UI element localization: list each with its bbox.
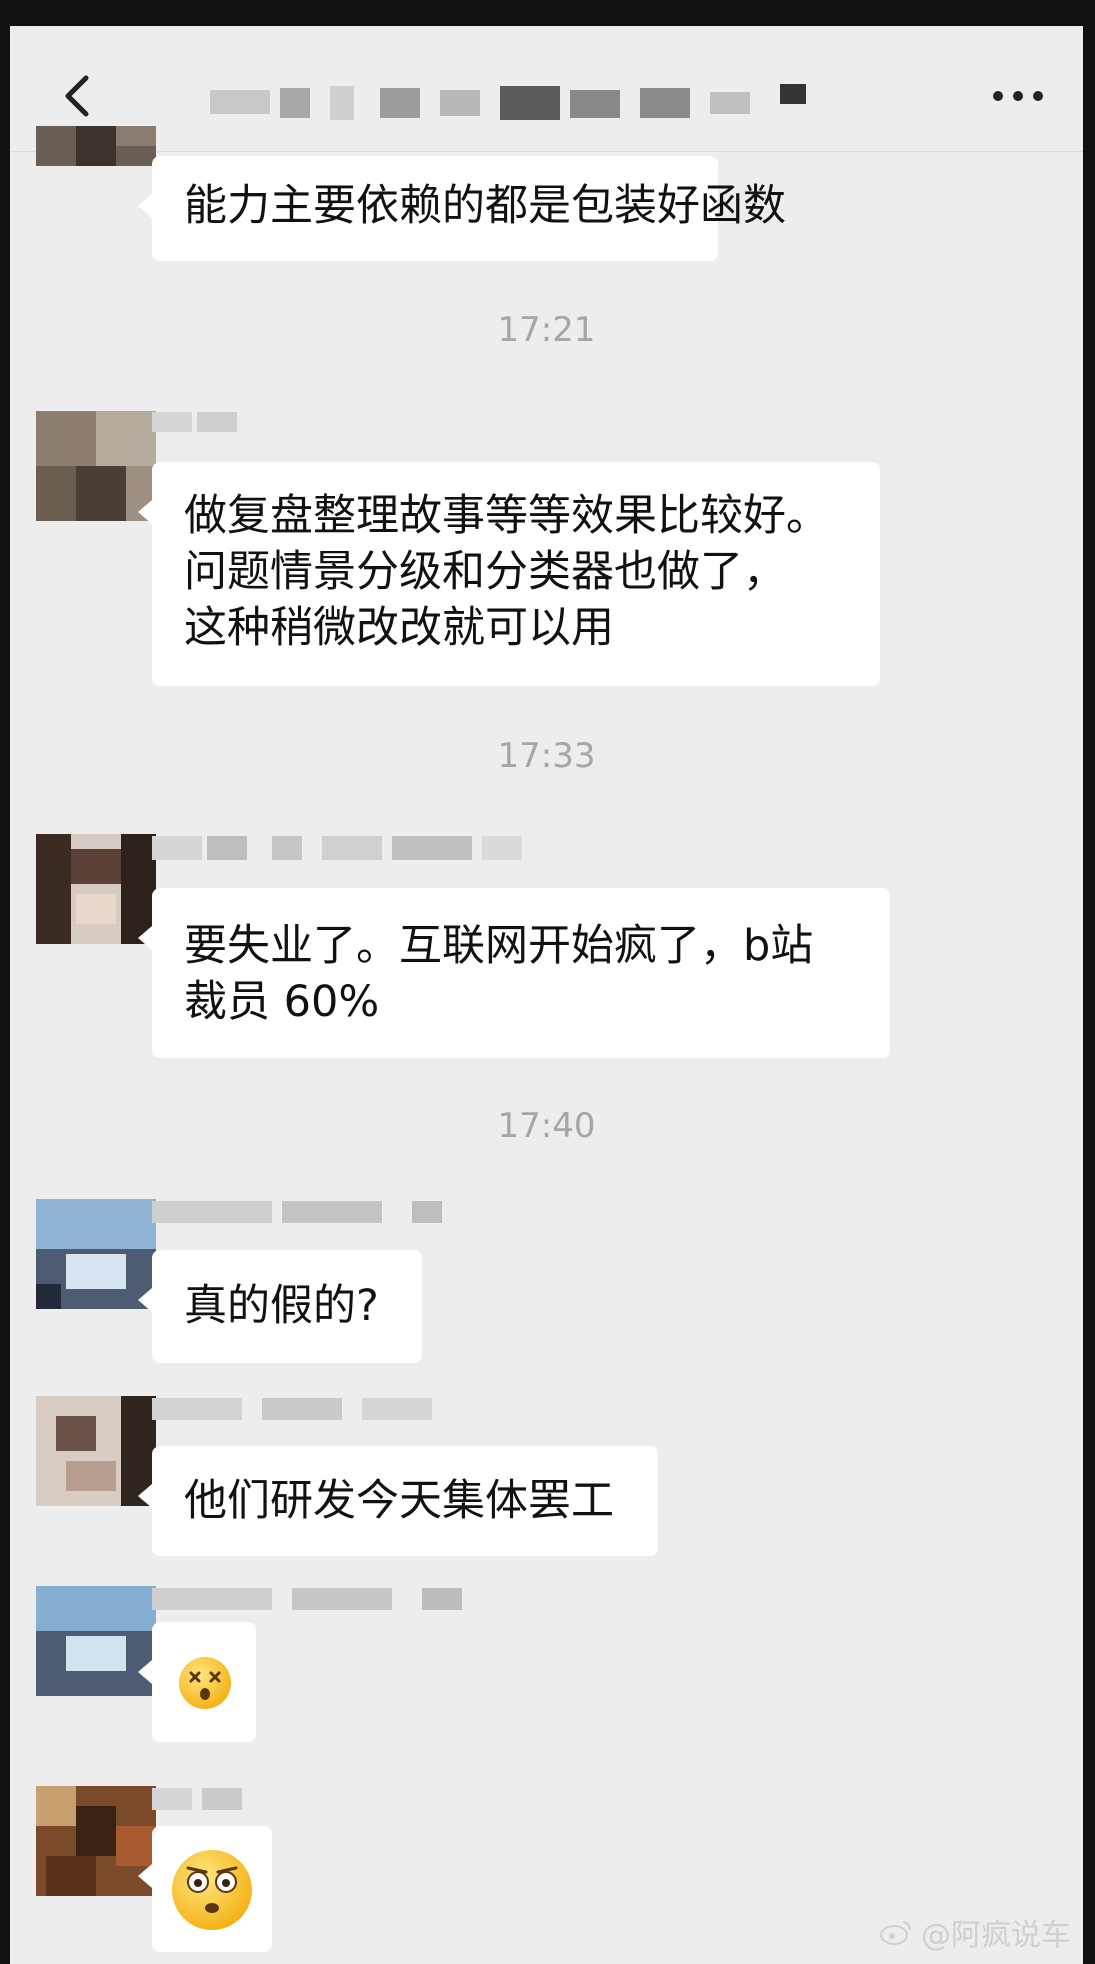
message-bubble[interactable] bbox=[138, 1826, 272, 1952]
weibo-icon bbox=[880, 1921, 911, 1945]
message-text-line: 问题情景分级和分类器也做了， bbox=[184, 547, 786, 597]
message-bubble[interactable] bbox=[138, 1622, 256, 1742]
message-bubble[interactable]: 要失业了。互联网开始疯了，b站 裁员 60% bbox=[138, 888, 890, 1058]
timestamp: 17:33 bbox=[497, 736, 596, 776]
message-text: 能力主要依赖的都是包装好函数 bbox=[184, 181, 786, 231]
sender-name-blurred bbox=[152, 1588, 532, 1614]
timestamp: 17:40 bbox=[497, 1106, 596, 1146]
message-text-line: 要失业了。互联网开始疯了，b站 bbox=[184, 921, 814, 971]
message-text-line: 这种稍微改改就可以用 bbox=[184, 603, 614, 653]
back-button[interactable] bbox=[50, 66, 110, 126]
shocked-face-emoji bbox=[172, 1850, 252, 1930]
message-bubble[interactable]: 做复盘整理故事等等效果比较好。 问题情景分级和分类器也做了， 这种稍微改改就可以… bbox=[138, 462, 880, 686]
sender-name-blurred bbox=[152, 1201, 532, 1227]
more-dots-icon bbox=[993, 91, 1043, 101]
sender-name-blurred bbox=[152, 1788, 272, 1814]
message-text-line: 做复盘整理故事等等效果比较好。 bbox=[184, 491, 829, 541]
chevron-left-icon bbox=[65, 75, 89, 117]
message-text: 他们研发今天集体罢工 bbox=[184, 1476, 614, 1526]
watermark: @阿疯说车 bbox=[879, 1910, 1071, 1954]
watermark-text: @阿疯说车 bbox=[921, 1918, 1071, 1953]
sender-name-blurred bbox=[152, 412, 242, 438]
chat-screen: 能力主要依赖的都是包装好函数 17:21 做复盘整理故事等等效果比较好。 问题情… bbox=[10, 26, 1083, 1964]
message-bubble[interactable]: 他们研发今天集体罢工 bbox=[138, 1446, 658, 1556]
message-text-line: 裁员 60% bbox=[184, 977, 380, 1027]
timestamp: 17:21 bbox=[497, 310, 596, 350]
dizzy-face-emoji bbox=[179, 1657, 231, 1709]
chat-header bbox=[10, 26, 1083, 152]
sender-name-blurred bbox=[152, 836, 532, 862]
sender-name-blurred bbox=[152, 1398, 532, 1424]
message-bubble[interactable]: 真的假的? bbox=[138, 1250, 422, 1363]
message-text: 真的假的? bbox=[184, 1281, 379, 1331]
message-bubble[interactable]: 能力主要依赖的都是包装好函数 bbox=[138, 156, 786, 261]
more-button[interactable] bbox=[983, 71, 1053, 121]
chat-title-blurred bbox=[210, 84, 890, 144]
avatar[interactable] bbox=[36, 126, 156, 166]
